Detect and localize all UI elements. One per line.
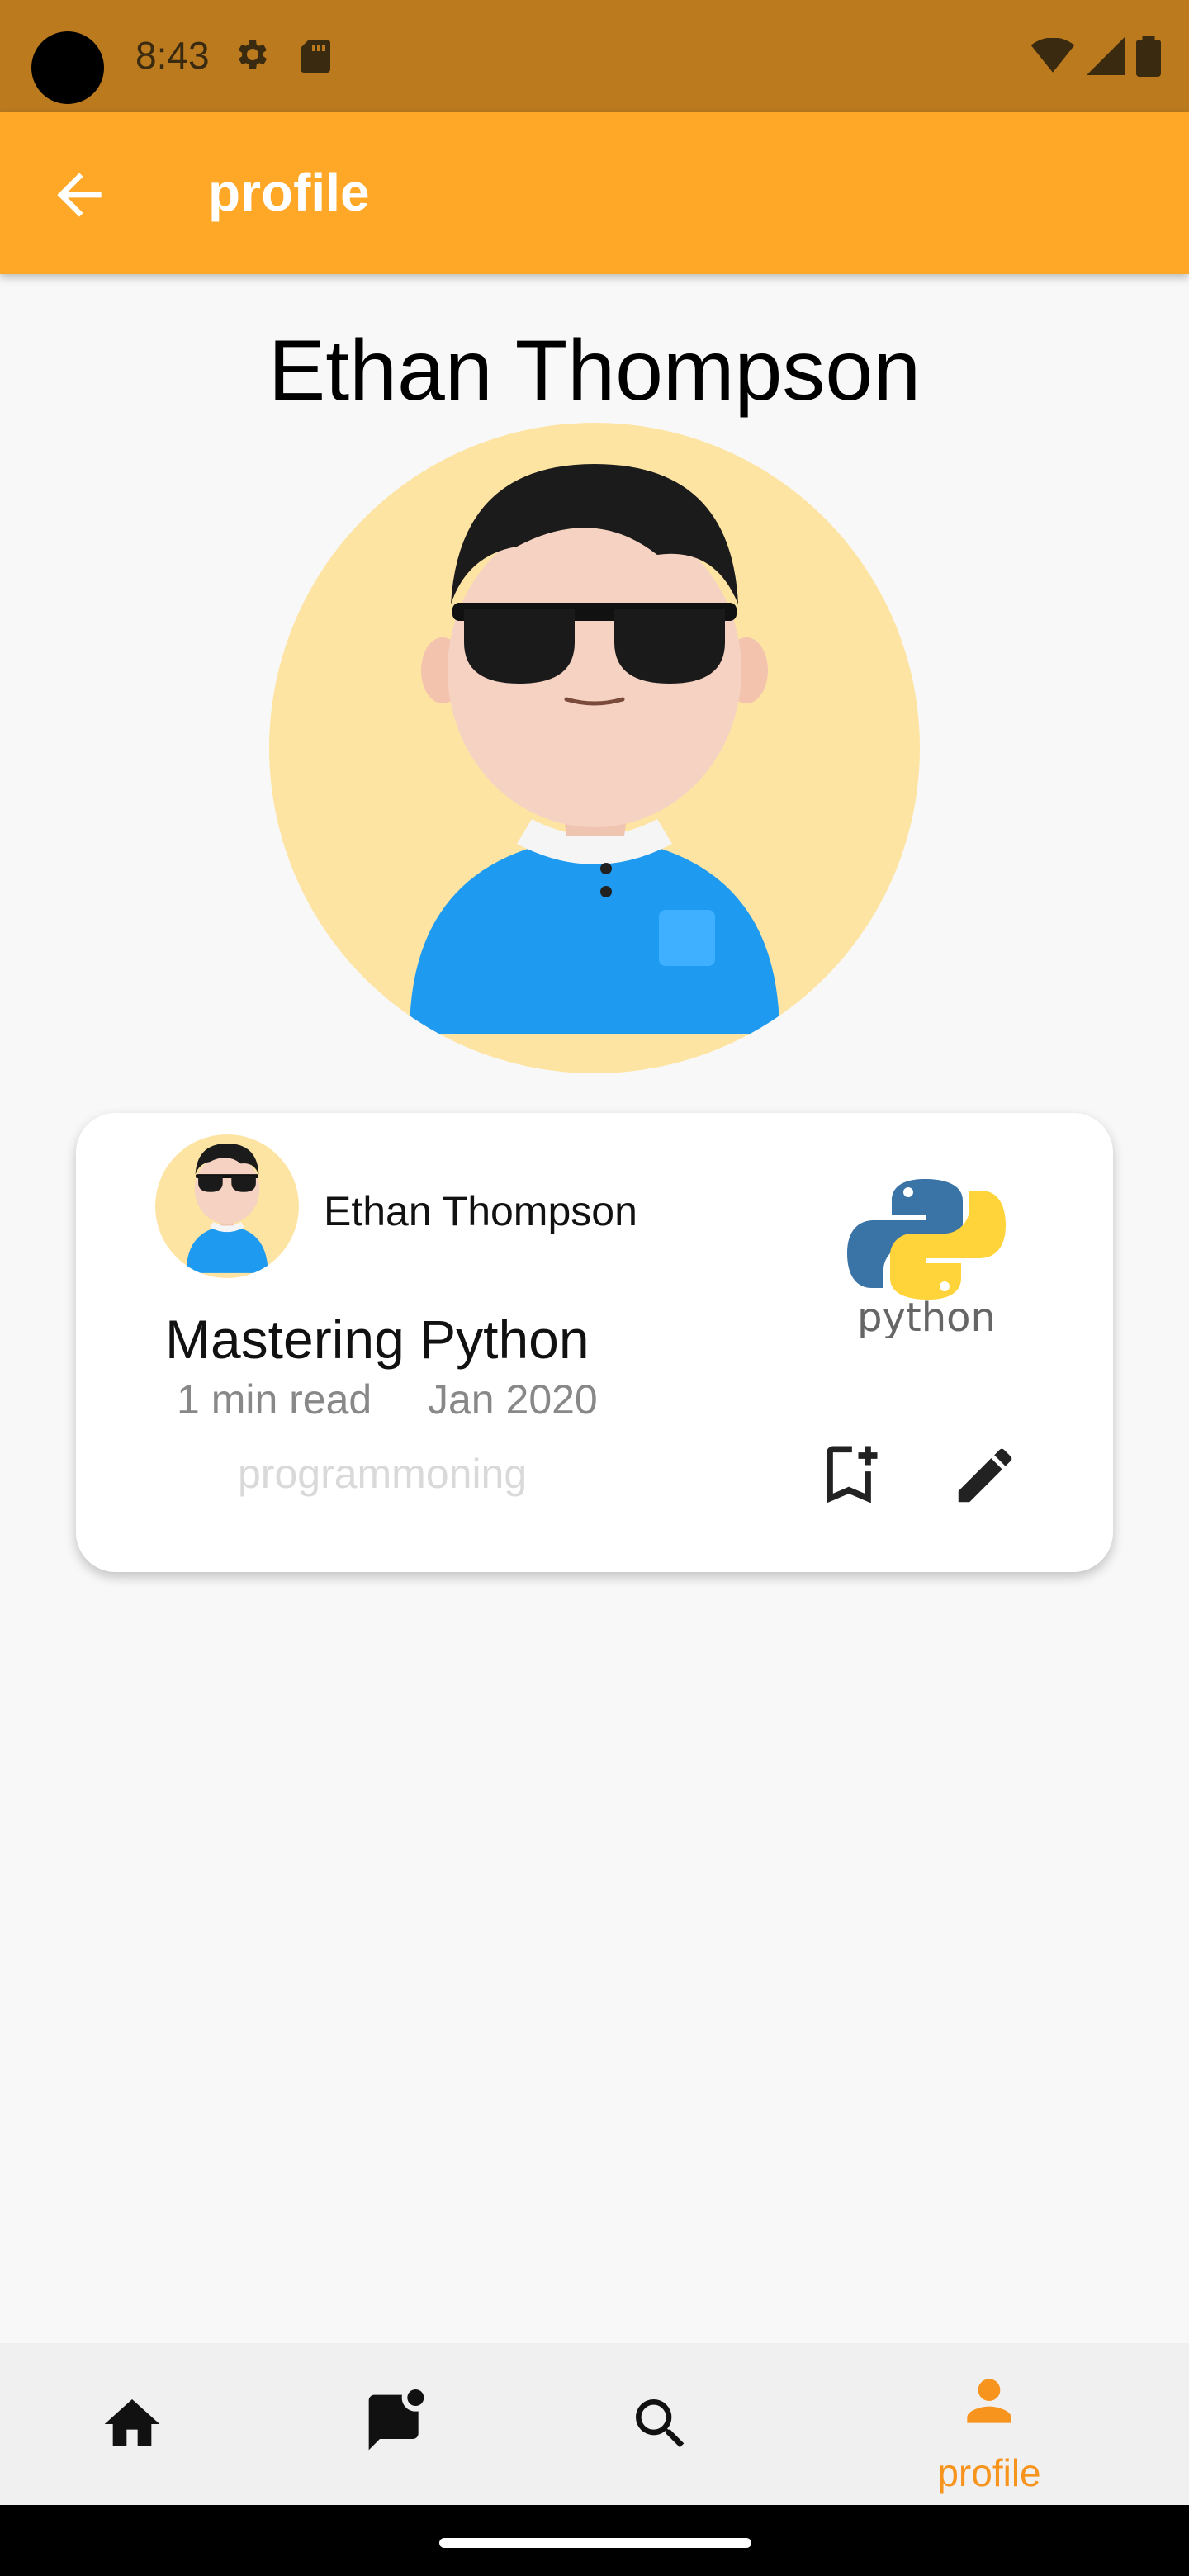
- nav-profile[interactable]: profile: [841, 2343, 1138, 2505]
- python-logo-text: python: [857, 1295, 996, 1338]
- camera-cutout: [31, 31, 104, 104]
- post-read-time: 1 min read: [177, 1376, 372, 1423]
- home-gesture-handle[interactable]: [439, 2538, 751, 2548]
- post-tag[interactable]: programmoning: [238, 1450, 527, 1498]
- sd-card-icon: [301, 40, 330, 73]
- author-avatar-illustration: [186, 1144, 268, 1273]
- status-icons: [1030, 35, 1161, 78]
- back-arrow-icon[interactable]: [46, 162, 112, 228]
- nav-search[interactable]: [528, 2343, 826, 2505]
- person-icon[interactable]: [956, 2368, 1022, 2434]
- post-card[interactable]: Ethan Thompson python Mastering Python 1…: [76, 1113, 1113, 1572]
- home-icon[interactable]: [99, 2391, 165, 2457]
- profile-name: Ethan Thompson: [268, 323, 921, 419]
- nav-home[interactable]: [0, 2343, 297, 2505]
- nav-profile-label[interactable]: profile: [841, 2451, 1138, 2495]
- avatar-illustration: [410, 464, 779, 1034]
- wifi-icon: [1030, 38, 1075, 73]
- chat-icon[interactable]: [363, 2389, 429, 2455]
- bookmark-add-icon[interactable]: [811, 1437, 887, 1513]
- search-icon[interactable]: [628, 2391, 694, 2457]
- nav-messages[interactable]: [264, 2343, 561, 2505]
- edit-pencil-icon[interactable]: [950, 1440, 1021, 1511]
- post-date: Jan 2020: [428, 1376, 598, 1423]
- author-avatar[interactable]: [155, 1134, 299, 1278]
- system-gesture-bar: [0, 2505, 1189, 2576]
- app-bar: profile: [0, 112, 1189, 274]
- profile-avatar: [269, 423, 920, 1073]
- post-title[interactable]: Mastering Python: [165, 1308, 590, 1371]
- bottom-navigation: profile: [0, 2343, 1189, 2505]
- python-logo: python: [847, 1179, 1006, 1338]
- post-author[interactable]: Ethan Thompson: [324, 1187, 637, 1235]
- cell-signal-icon: [1087, 37, 1125, 75]
- battery-icon: [1136, 36, 1161, 77]
- page-title: profile: [208, 163, 370, 222]
- settings-gear-icon: [238, 40, 268, 69]
- status-bar: 8:43: [0, 0, 1189, 112]
- status-time: 8:43: [135, 34, 210, 77]
